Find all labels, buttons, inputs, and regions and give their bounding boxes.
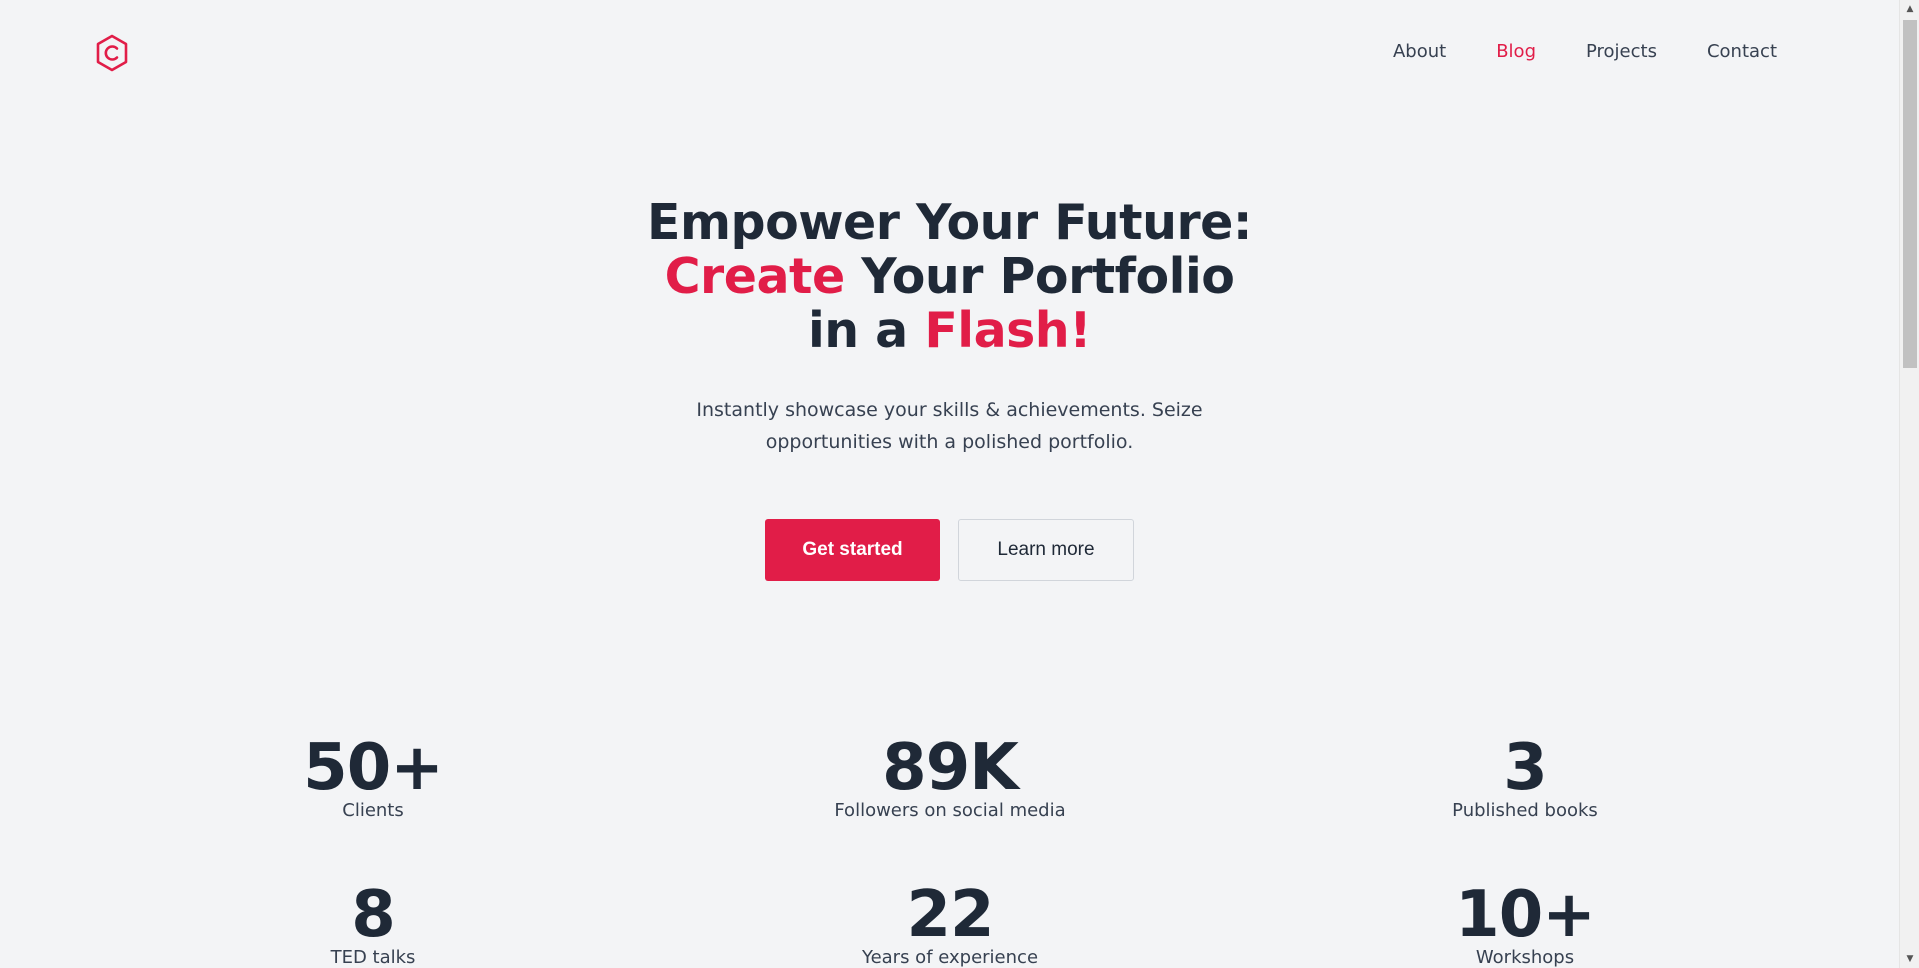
hero-title-line3: in a	[807, 302, 925, 359]
nav-contact[interactable]: Contact	[1707, 41, 1777, 62]
stat-label: Published books	[1452, 800, 1598, 821]
hero-title-accent-flash: Flash!	[924, 302, 1092, 359]
stat-workshops: 10+ Workshops	[1325, 880, 1725, 968]
hero-title-accent-create: Create	[664, 248, 846, 305]
stat-label: Followers on social media	[834, 800, 1066, 821]
stat-books: 3 Published books	[1325, 733, 1725, 821]
stat-value: 8	[351, 878, 396, 952]
scroll-down-arrow-icon[interactable]: ▼	[1900, 950, 1919, 968]
hero-title: Empower Your Future: Create Your Portfol…	[0, 196, 1899, 358]
stat-ted-talks: 8 TED talks	[173, 880, 573, 968]
nav-projects[interactable]: Projects	[1586, 41, 1657, 62]
nav-blog[interactable]: Blog	[1496, 41, 1536, 62]
learn-more-button[interactable]: Learn more	[958, 519, 1134, 581]
hero-buttons: Get started Learn more	[0, 519, 1899, 581]
stat-value: 3	[1503, 731, 1548, 805]
stat-label: TED talks	[330, 947, 416, 968]
hero-subtitle: Instantly showcase your skills & achieve…	[696, 399, 1203, 453]
stat-label: Workshops	[1475, 947, 1575, 968]
main-nav: About Blog Projects Contact	[1393, 41, 1777, 62]
stat-value: 89K	[882, 731, 1019, 805]
stat-clients: 50+ Clients	[173, 733, 573, 821]
scrollbar-thumb[interactable]	[1903, 20, 1917, 368]
stat-value: 50+	[303, 731, 444, 805]
stat-experience: 22 Years of experience	[750, 880, 1150, 968]
vertical-scrollbar[interactable]: ▲ ▼	[1899, 0, 1919, 968]
get-started-button[interactable]: Get started	[765, 519, 940, 581]
scroll-up-arrow-icon[interactable]: ▲	[1900, 0, 1919, 18]
nav-about[interactable]: About	[1393, 41, 1446, 62]
stat-value: 10+	[1455, 878, 1596, 952]
browser-viewport: About Blog Projects Contact Empower Your…	[0, 0, 1919, 968]
stat-label: Clients	[342, 800, 404, 821]
hexagon-c-logo-icon[interactable]	[95, 34, 129, 72]
hero-title-line2: Your Portfolio	[844, 248, 1235, 305]
page: About Blog Projects Contact Empower Your…	[0, 0, 1899, 968]
stat-value: 22	[906, 878, 994, 952]
hero-title-line1: Empower Your Future:	[647, 194, 1252, 251]
hero-section: Empower Your Future: Create Your Portfol…	[0, 196, 1899, 581]
stat-followers: 89K Followers on social media	[750, 733, 1150, 821]
stat-label: Years of experience	[861, 947, 1039, 968]
